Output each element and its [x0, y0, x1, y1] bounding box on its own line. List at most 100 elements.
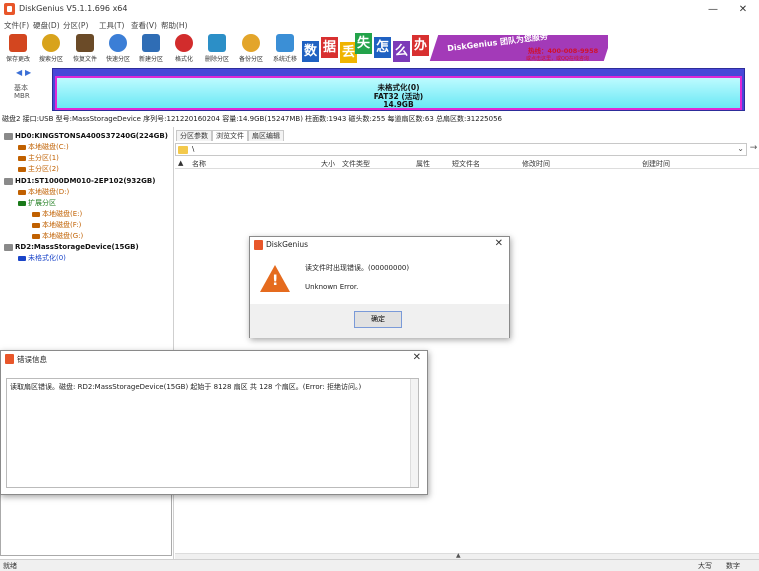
close-icon[interactable]: ✕: [413, 352, 421, 363]
menu-tools[interactable]: 工具(T): [99, 20, 124, 31]
tree-partition[interactable]: 主分区(1): [18, 153, 59, 163]
partition-block[interactable]: 未格式化(0) FAT32 (活动) 14.9GB: [55, 76, 742, 110]
banner-tile: 么: [393, 41, 410, 62]
system-migration-button[interactable]: 系统迁移: [268, 33, 302, 65]
close-icon[interactable]: ✕: [495, 238, 503, 249]
path-text: \: [192, 145, 195, 153]
tree-partition[interactable]: 本地磁盘(D:): [18, 187, 69, 197]
hard-disk-icon: [4, 132, 13, 140]
tree-extended-partition[interactable]: 扩展分区: [18, 198, 56, 208]
close-button[interactable]: ✕: [728, 0, 758, 19]
trash-icon: [208, 34, 226, 52]
tree-disk-rd2[interactable]: RD2:MassStorageDevice(15GB): [4, 242, 139, 252]
banner-tile: 数: [302, 41, 319, 62]
banner-tile: 据: [321, 37, 338, 58]
partition-icon: [18, 166, 26, 172]
monitor-icon: [276, 34, 294, 52]
prev-disk-arrow-icon[interactable]: ◀: [16, 68, 22, 77]
partition-icon: [32, 222, 40, 228]
tab-partition-params[interactable]: 分区参数: [176, 130, 212, 141]
error-dialog: DiskGenius ✕ ! 读文件时出现错误。(00000000) Unkno…: [249, 236, 510, 338]
dialog-button-area: 确定: [250, 304, 509, 338]
search-icon: [42, 34, 60, 52]
banner-tile: 怎: [374, 37, 391, 58]
col-short-name[interactable]: 短文件名: [452, 159, 480, 169]
backup-partition-label: 备份分区: [238, 56, 263, 63]
search-partition-button[interactable]: 搜索分区: [34, 33, 68, 65]
menu-file[interactable]: 文件(F): [4, 20, 29, 31]
ok-button[interactable]: 确定: [354, 311, 402, 328]
promo-banner[interactable]: 数 据 丢 失 怎 么 办 DiskGenius 团队为您服务 热线：400-0…: [300, 32, 608, 65]
tab-sector-editor[interactable]: 扇区编辑: [248, 130, 284, 141]
tree-disk-hd1[interactable]: HD1:ST1000DM010-2EP102(932GB): [4, 176, 155, 186]
tree-label: 主分区(2): [28, 165, 59, 173]
menu-help[interactable]: 帮助(H): [161, 20, 188, 31]
banner-tile: 失: [355, 33, 372, 54]
menu-disk[interactable]: 硬盘(D): [33, 20, 60, 31]
dialog-title: 错误信息: [17, 355, 47, 364]
dialog-title-bar: DiskGenius ✕: [250, 237, 509, 252]
backup-partition-button[interactable]: 备份分区: [234, 33, 268, 65]
disk-info-line: 磁盘2 接口:USB 型号:MassStorageDevice 序列号:1212…: [2, 115, 502, 123]
scroll-up-arrow-icon[interactable]: ▲: [456, 552, 461, 559]
go-arrow-icon[interactable]: →: [748, 143, 759, 156]
banner-phone: 热线：400-008-9958: [528, 47, 599, 55]
disk-type-label: 基本 MBR: [14, 84, 30, 100]
col-size[interactable]: 大小: [321, 159, 335, 169]
col-type[interactable]: 文件类型: [342, 159, 370, 169]
vertical-scrollbar[interactable]: [410, 379, 418, 487]
tab-browse-files[interactable]: 浏览文件: [212, 130, 248, 141]
recover-files-button[interactable]: 恢复文件: [68, 33, 102, 65]
format-button[interactable]: 格式化: [167, 33, 201, 65]
partition-icon: [18, 155, 26, 161]
usb-disk-icon: [4, 243, 13, 251]
tree-label: 本地磁盘(C:): [28, 143, 69, 151]
tree-partition[interactable]: 本地磁盘(C:): [18, 142, 69, 152]
log-textbox[interactable]: 读取扇区错误。磁盘: RD2:MassStorageDevice(15GB) 起…: [6, 378, 419, 488]
banner-qq-link[interactable]: 或点击这里，或QQ在线咨询: [526, 55, 589, 62]
layers-icon: [142, 34, 160, 52]
chevron-down-icon[interactable]: ⌄: [737, 144, 744, 153]
tree-partition[interactable]: 本地磁盘(G:): [32, 231, 83, 241]
hard-disk-icon: [4, 177, 13, 185]
window-title: DiskGenius V5.1.1.696 x64: [19, 4, 128, 13]
tree-label: 本地磁盘(F:): [42, 221, 82, 229]
save-changes-button[interactable]: 保存更改: [1, 33, 35, 65]
quick-partition-button[interactable]: 快速分区: [101, 33, 135, 65]
col-created[interactable]: 创建时间: [642, 159, 670, 169]
col-modified[interactable]: 修改时间: [522, 159, 550, 169]
tree-disk-hd0[interactable]: HD0:KINGSTONSA400S37240G(224GB): [4, 131, 168, 141]
next-disk-arrow-icon[interactable]: ▶: [25, 68, 31, 77]
status-caps: 大写: [698, 562, 712, 570]
delete-partition-label: 删除分区: [204, 56, 229, 63]
status-num: 数字: [726, 562, 740, 570]
error-log-dialog: 错误信息 ✕ 读取扇区错误。磁盘: RD2:MassStorageDevice(…: [0, 350, 428, 495]
system-migration-label: 系统迁移: [272, 56, 297, 63]
col-name[interactable]: 名称: [192, 159, 206, 169]
partition-icon: [32, 211, 40, 217]
title-bar: DiskGenius V5.1.1.696 x64 — ☐ ✕: [0, 0, 759, 19]
path-bar[interactable]: \ ⌄: [175, 143, 747, 156]
new-partition-button[interactable]: 新建分区: [134, 33, 168, 65]
status-bar: 就绪 大写 数字: [0, 559, 759, 571]
delete-partition-button[interactable]: 删除分区: [200, 33, 234, 65]
tree-partition[interactable]: 主分区(2): [18, 164, 59, 174]
sort-arrow-icon: ▲: [178, 159, 184, 167]
menu-partition[interactable]: 分区(P): [63, 20, 88, 31]
tree-label: 本地磁盘(G:): [42, 232, 84, 240]
warning-mark-icon: !: [272, 273, 279, 289]
minimize-button[interactable]: —: [698, 0, 728, 19]
col-attr[interactable]: 属性: [416, 159, 430, 169]
pie-icon: [242, 34, 260, 52]
tree-label: 主分区(1): [28, 154, 59, 162]
dialog-title: DiskGenius: [266, 240, 309, 249]
folder-icon: [178, 146, 188, 154]
error-detail: Unknown Error.: [305, 283, 359, 291]
menu-view[interactable]: 查看(V): [131, 20, 157, 31]
tree-partition[interactable]: 本地磁盘(F:): [32, 220, 81, 230]
partition-icon: [18, 255, 26, 261]
menu-bar: 文件(F) 硬盘(D) 分区(P) 工具(T) 查看(V) 帮助(H): [0, 19, 759, 32]
tree-partition[interactable]: 本地磁盘(E:): [32, 209, 82, 219]
partition-icon: [18, 200, 26, 206]
tree-partition-selected[interactable]: 未格式化(0): [18, 253, 66, 263]
